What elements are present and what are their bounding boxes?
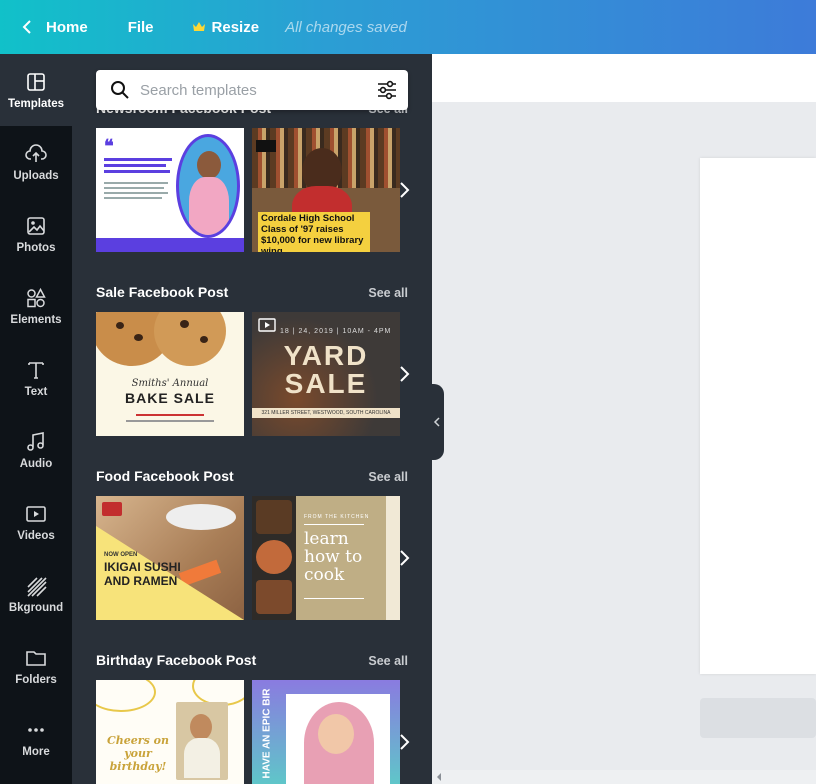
thumb-headline-line1: YARD (283, 340, 369, 371)
rail-item-folders[interactable]: Folders (0, 630, 72, 702)
search-icon (111, 81, 129, 99)
rail-item-more[interactable]: More (0, 702, 72, 774)
rail-label: More (22, 745, 50, 758)
thumb-address: 321 MILLER STREET, WESTWOOD, SOUTH CAROL… (252, 408, 400, 418)
thumb-headline: BAKE SALE (125, 390, 215, 406)
thumb-headline: learn how to cook (304, 529, 363, 585)
section-title: Food Facebook Post (96, 468, 234, 484)
file-menu[interactable]: File (128, 19, 154, 36)
rail-label: Videos (17, 529, 55, 542)
rail-item-photos[interactable]: Photos (0, 198, 72, 270)
template-thumb-sale-2[interactable]: 18 | 24, 2019 | 10AM - 4PM YARD SALE 321… (252, 312, 400, 436)
thumb-headline: Cordale High School Class of '97 raises … (258, 212, 370, 252)
more-dots-icon (28, 727, 44, 732)
thumb-kicker: NOW OPEN (104, 552, 138, 558)
rail-item-text[interactable]: Text (0, 342, 72, 414)
rail-label: Folders (15, 673, 57, 686)
music-note-icon (27, 431, 44, 451)
thumb-headline: HAVE AN EPIC BIRTHDAY! (261, 688, 273, 779)
rail-item-background[interactable]: Bkground (0, 558, 72, 630)
home-link[interactable]: Home (46, 19, 88, 36)
template-thumb-newsroom-2[interactable]: Cordale High School Class of '97 raises … (252, 128, 400, 252)
collapse-panel-handle[interactable] (430, 384, 444, 460)
video-play-icon (26, 505, 46, 522)
rail-label: Uploads (13, 169, 59, 182)
rail-item-templates[interactable]: Templates (0, 54, 72, 126)
rail-item-elements[interactable]: Elements (0, 270, 72, 342)
add-page-button[interactable] (700, 698, 816, 738)
top-bar: Home File Resize All changes saved (0, 0, 816, 54)
rail-label: Bkground (8, 601, 64, 614)
thumb-headline: IKIGAI SUSHI AND RAMEN (104, 560, 181, 588)
filter-sliders-icon[interactable] (376, 80, 398, 100)
rail-label: Audio (19, 457, 53, 470)
text-icon (28, 361, 44, 379)
image-icon (27, 216, 45, 235)
resize-button[interactable]: Resize (192, 18, 260, 36)
rail-label: Templates (7, 97, 65, 110)
templates-icon (27, 72, 45, 91)
thumb-kicker: FROM THE KITCHEN (304, 514, 370, 520)
templates-panel: Search templates Newsroom Facebook Post … (72, 54, 432, 784)
thumb-script-text: Smiths' Annual (131, 378, 209, 389)
rail-label: Text (24, 385, 48, 398)
template-thumb-birthday-2[interactable]: HAVE AN EPIC BIRTHDAY! (252, 680, 400, 784)
rail-label: Photos (16, 241, 56, 254)
rail-item-videos[interactable]: Videos (0, 486, 72, 558)
design-page[interactable] (700, 158, 816, 674)
section-title: Sale Facebook Post (96, 284, 229, 300)
template-thumb-birthday-1[interactable]: Cheers on your birthday! (96, 680, 244, 784)
shapes-icon (27, 287, 46, 307)
thumb-date: 18 | 24, 2019 | 10AM - 4PM (280, 328, 392, 335)
quote-icon: ❝ (104, 136, 114, 156)
template-thumb-food-1[interactable]: NOW OPEN IKIGAI SUSHI AND RAMEN (96, 496, 244, 620)
thumb-headline-line2: SALE (284, 368, 368, 399)
chevron-right-icon[interactable] (396, 180, 412, 200)
video-play-icon (258, 318, 276, 332)
template-thumb-newsroom-1[interactable]: ❝ (96, 128, 244, 252)
template-thumb-sale-1[interactable]: Smiths' Annual BAKE SALE (96, 312, 244, 436)
editor-toolbar (432, 54, 816, 102)
see-all-link[interactable]: See all (368, 286, 408, 300)
folder-icon (26, 650, 46, 666)
rail-item-uploads[interactable]: Uploads (0, 126, 72, 198)
chevron-right-icon[interactable] (396, 732, 412, 752)
resize-label: Resize (211, 18, 260, 36)
scroll-left-arrow-icon[interactable] (436, 773, 442, 781)
horizontal-scrollbar[interactable] (432, 770, 816, 784)
crown-icon (192, 22, 205, 31)
chevron-left-icon[interactable] (22, 20, 36, 34)
rail-item-audio[interactable]: Audio (0, 414, 72, 486)
see-all-link[interactable]: See all (368, 654, 408, 668)
side-rail: Templates Uploads Photos Elements Text A… (0, 54, 72, 784)
thumb-headline: Cheers on your birthday! (107, 734, 169, 773)
see-all-link[interactable]: See all (368, 470, 408, 484)
chevron-right-icon[interactable] (396, 548, 412, 568)
search-input[interactable]: Search templates (140, 82, 376, 99)
upload-cloud-icon (25, 143, 47, 162)
rail-label: Elements (10, 313, 62, 326)
chevron-left-icon (433, 417, 440, 427)
section-title: Birthday Facebook Post (96, 652, 257, 668)
background-pattern-icon (27, 576, 47, 597)
chevron-right-icon[interactable] (396, 364, 412, 384)
search-bar[interactable]: Search templates (96, 70, 408, 110)
template-thumb-food-2[interactable]: FROM THE KITCHEN learn how to cook (252, 496, 400, 620)
save-status: All changes saved (285, 18, 407, 36)
